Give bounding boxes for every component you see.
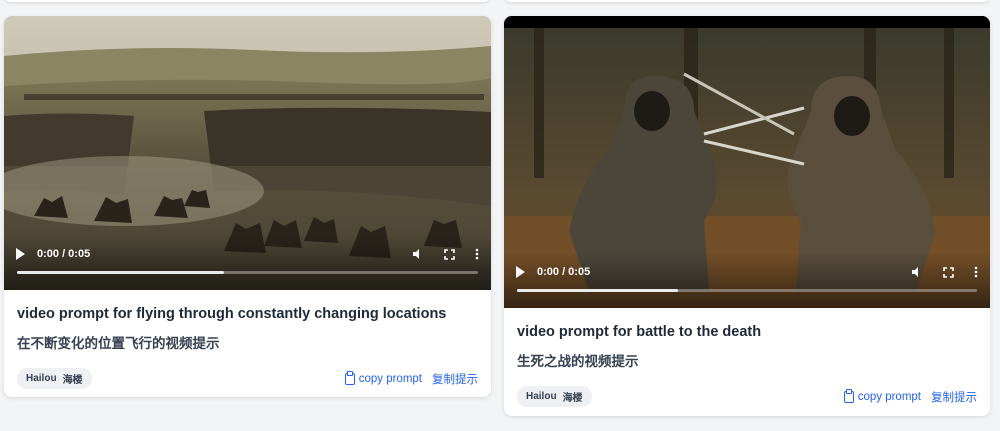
play-icon[interactable]: [16, 248, 25, 260]
prompt-subtitle-cn: 生死之战的视频提示: [517, 354, 639, 369]
more-vertical-icon[interactable]: [475, 248, 479, 260]
prompt-title: video prompt for battle to the death: [517, 324, 762, 340]
model-name-cn: 海楼: [562, 393, 583, 404]
model-name-cn: 海楼: [62, 375, 83, 386]
copy-prompt-label: copy prompt: [857, 390, 921, 403]
more-vertical-icon[interactable]: [974, 266, 978, 278]
prompt-card: 0:00 / 0:05 video prompt for battle to t…: [504, 16, 990, 416]
model-badge: Hailou 海楼: [17, 368, 92, 389]
fullscreen-icon[interactable]: [943, 266, 954, 278]
volume-icon[interactable]: [911, 266, 923, 278]
previous-card-edge: [4, 0, 491, 2]
video-player[interactable]: 0:00 / 0:05: [504, 16, 990, 308]
clipboard-icon: [344, 370, 355, 385]
model-badge: Hailou 海楼: [517, 386, 592, 407]
copy-prompt-label: copy prompt: [358, 372, 422, 385]
video-progress-bar[interactable]: [17, 271, 478, 274]
video-progress-bar[interactable]: [517, 289, 977, 292]
video-player[interactable]: 0:00 / 0:05: [4, 16, 491, 290]
copy-prompt-cn-button[interactable]: 复制提示: [432, 371, 478, 387]
video-time: 0:00 / 0:05: [37, 248, 91, 260]
video-time: 0:00 / 0:05: [537, 266, 591, 278]
model-name: Hailou: [526, 391, 557, 402]
volume-icon[interactable]: [412, 248, 424, 260]
prompt-title: video prompt for flying through constant…: [17, 306, 447, 322]
play-icon[interactable]: [516, 266, 525, 278]
prompt-subtitle-cn: 在不断变化的位置飞行的视频提示: [17, 336, 220, 351]
previous-card-edge: [504, 0, 990, 2]
video-progress-fill: [517, 289, 678, 292]
video-progress-fill: [17, 271, 225, 274]
clipboard-icon: [843, 388, 854, 403]
fullscreen-icon[interactable]: [444, 248, 455, 260]
prompt-card: 0:00 / 0:05 video prompt for flying thro…: [4, 16, 491, 397]
model-name: Hailou: [26, 373, 57, 384]
copy-prompt-cn-button[interactable]: 复制提示: [931, 389, 977, 405]
copy-prompt-button[interactable]: copy prompt: [843, 388, 921, 403]
copy-prompt-button[interactable]: copy prompt: [344, 370, 422, 385]
video-controls: 0:00 / 0:05: [4, 234, 491, 290]
video-controls: 0:00 / 0:05: [504, 252, 990, 308]
